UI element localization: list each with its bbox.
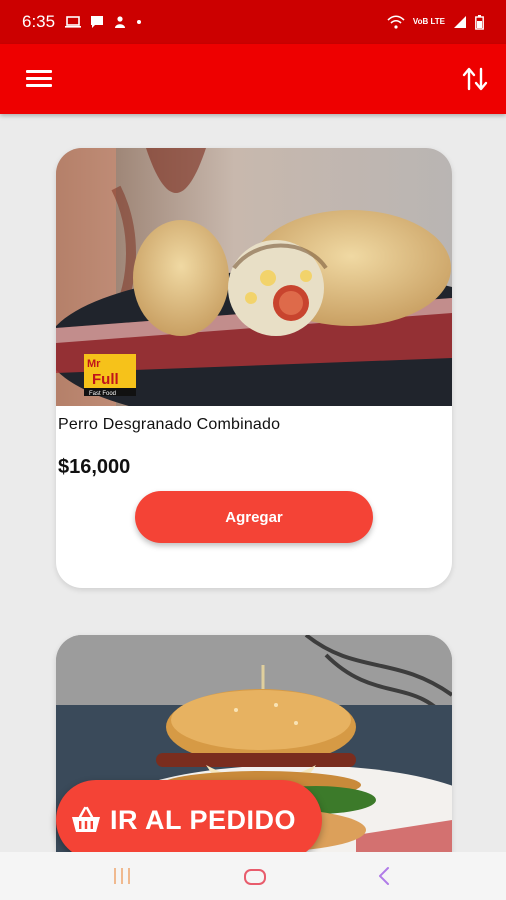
svg-text:Mr: Mr [87,358,101,370]
status-time: 6:35 [22,12,56,31]
add-button[interactable]: Agregar [135,491,373,543]
product-image[interactable]: Mr Full Fast Food [56,148,452,406]
svg-text:Full: Full [92,371,119,388]
hotdog-photo: Mr Full Fast Food [56,148,452,406]
system-icons: VoB LTE [387,14,484,30]
recent-apps-icon[interactable] [112,866,132,886]
app-notification-icon [115,16,126,28]
sort-icon[interactable] [460,64,490,94]
app-bar [0,44,506,114]
home-icon[interactable] [243,868,267,886]
product-card: Mr Full Fast Food Perro Desgranado Combi… [56,148,452,588]
go-to-order-label: IR AL PEDIDO [110,804,297,835]
laptop-icon [65,16,82,28]
network-type-label: VoB LTE [412,17,445,26]
wifi-icon [387,15,405,29]
basket-icon [72,806,100,832]
notification-icons [65,15,142,29]
brand-logo: Mr Full Fast Food [84,354,136,397]
status-bar: 6:35 VoB LTE [0,0,506,44]
signal-icon [454,16,466,28]
svg-text:Fast Food: Fast Food [89,391,116,397]
battery-icon [475,14,484,30]
go-to-order-button[interactable]: IR AL PEDIDO [56,780,322,860]
dot-icon [137,20,142,24]
product-name: Perro Desgranado Combinado [58,416,281,433]
product-price: $16,000 [58,456,131,478]
back-icon[interactable] [376,866,392,886]
message-icon [91,16,104,28]
menu-icon[interactable] [26,66,56,92]
system-nav-bar [0,852,506,900]
